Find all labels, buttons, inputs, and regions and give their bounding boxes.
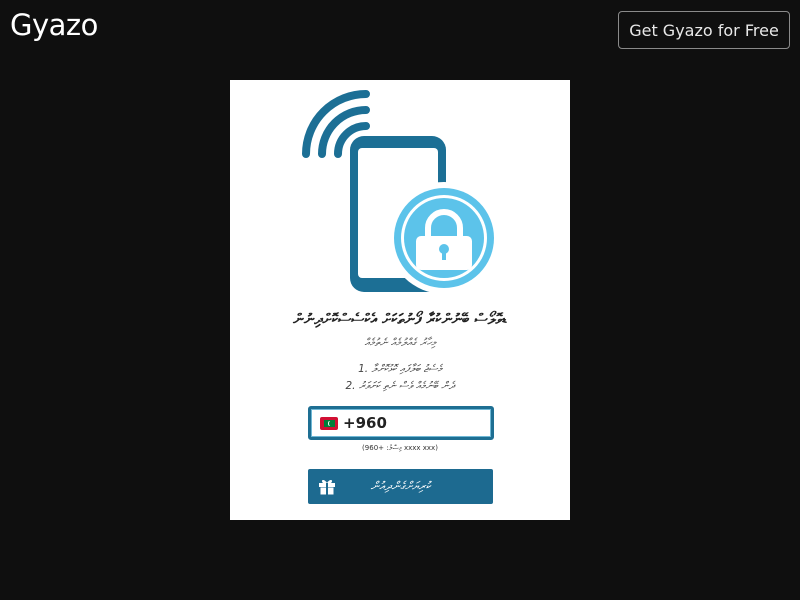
submit-button[interactable]: ކުރިޔަށްގެންދިއުން xyxy=(308,469,493,504)
phone-lock-signal-icon xyxy=(302,90,500,294)
gift-icon xyxy=(319,479,335,495)
step-1-text: 1. މެސެޖު ބަލާފައި ކޮޅުކޮށްލާ xyxy=(358,363,442,375)
card-subtitle: މިހާރު ގެއްލުމެއް ނެތުމެއް xyxy=(364,336,436,349)
gyazo-logo[interactable]: Gyazo xyxy=(10,8,98,42)
get-gyazo-button[interactable]: Get Gyazo for Free xyxy=(618,11,790,49)
card-title: ޑވޮލޯސް ބޭނުންކުރާ ފޯނުތަކަށް އެކްސެސްކޮ… xyxy=(293,310,507,328)
country-code-prefix: +960 xyxy=(343,414,387,432)
phone-format-hint: (މިސާލު: +960 xxxx xxx) xyxy=(362,444,438,452)
phone-number-input[interactable]: +960 xyxy=(308,406,494,440)
maldives-flag-icon[interactable] xyxy=(320,416,338,430)
submit-label: ކުރިޔަށްގެންދިއުން xyxy=(370,479,431,493)
verification-card: ޑވޮލޯސް ބޭނުންކުރާ ފޯނުތަކަށް އެކްސެސްކޮ… xyxy=(230,80,570,520)
step-2-text: 2. ދެން ބޭނުމެއް ވެސް ނެތި ކަށަވަރު xyxy=(345,380,455,392)
